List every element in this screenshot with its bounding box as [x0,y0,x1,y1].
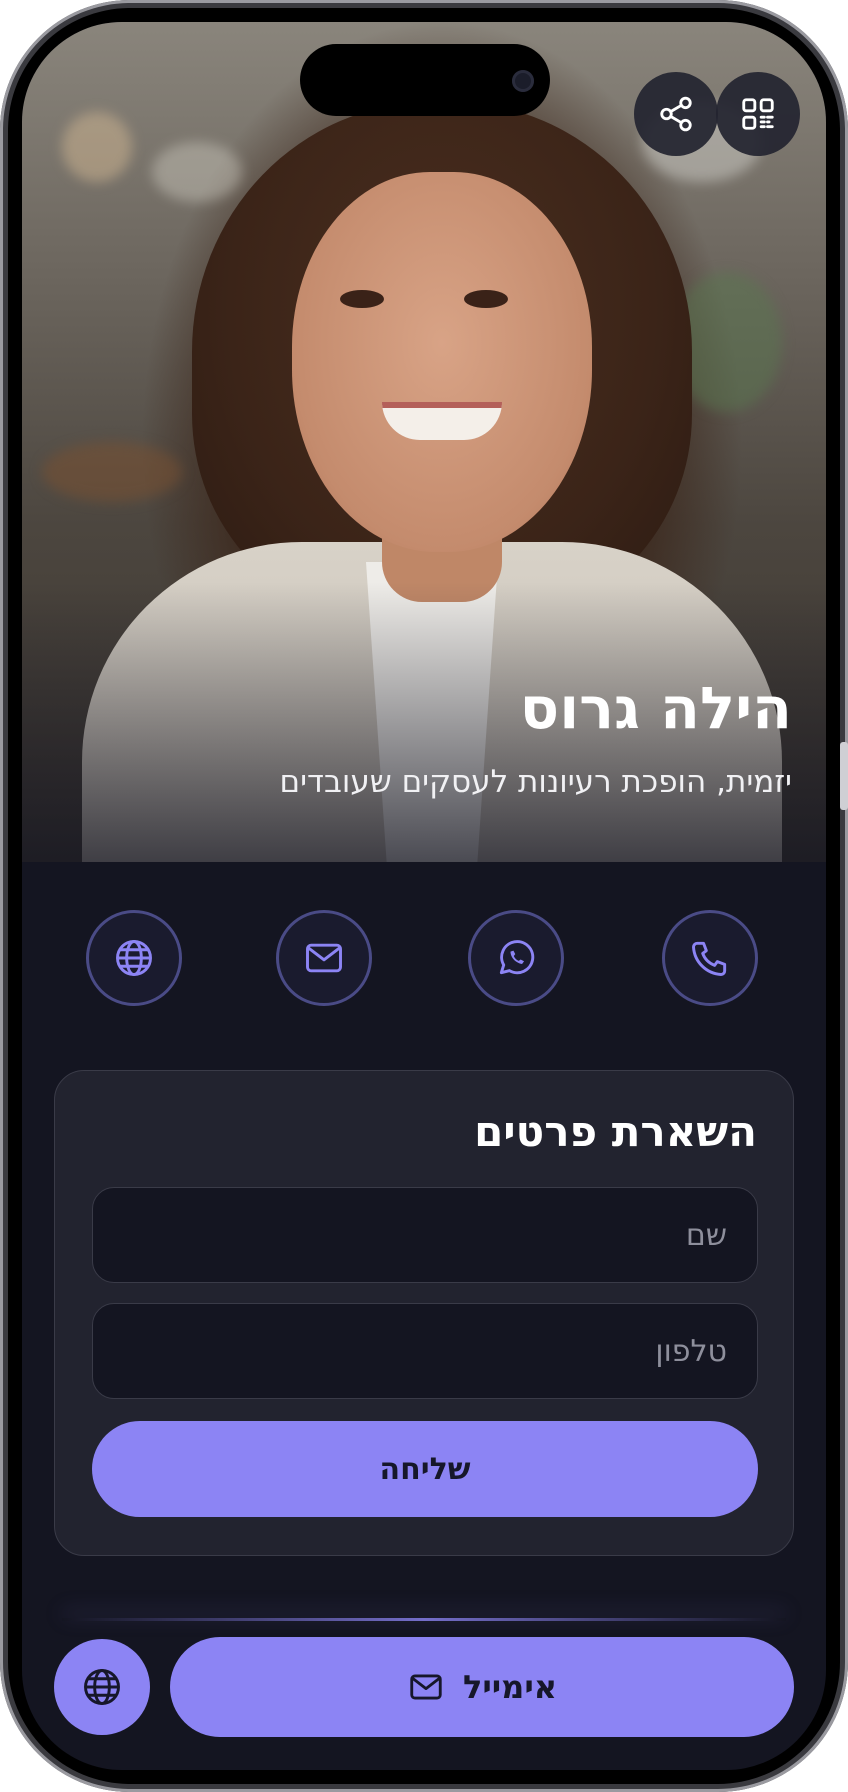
whatsapp-icon [499,940,535,975]
profile-name: הילה גרוס [519,674,792,742]
mail-icon [306,943,342,973]
email-cta-label: אימייל [462,1668,558,1706]
submit-button[interactable]: שליחה [92,1421,758,1517]
share-icon [660,96,692,132]
screen: הילה גרוס יזמית, הופכת רעיונות לעסקים שע… [22,22,826,1770]
qr-code-icon [742,98,774,130]
mail-icon [410,1674,442,1700]
front-camera [512,70,534,92]
profile-photo: הילה גרוס יזמית, הופכת רעיונות לעסקים שע… [22,22,826,862]
phone-button[interactable] [662,910,758,1006]
globe-icon [84,1669,120,1705]
phone-frame: הילה גרוס יזמית, הופכת רעיונות לעסקים שע… [0,0,848,1792]
email-contact-button[interactable] [276,910,372,1006]
globe-icon [116,940,152,976]
whatsapp-button[interactable] [468,910,564,1006]
bottom-divider [62,1618,786,1621]
website-button[interactable] [86,910,182,1006]
side-button [840,742,848,810]
name-input[interactable] [92,1187,758,1283]
lead-form-card: השארת פרטים שליחה [54,1070,794,1556]
share-button[interactable] [634,72,718,156]
bottom-website-button[interactable] [54,1639,150,1735]
profile-subtitle: יזמית, הופכת רעיונות לעסקים שעובדים [279,764,792,800]
dynamic-island [300,44,550,116]
phone-input[interactable] [92,1303,758,1399]
form-title: השארת פרטים [474,1107,757,1156]
email-cta-button[interactable]: אימייל [170,1637,794,1737]
qr-code-button[interactable] [716,72,800,156]
phone-icon [692,941,727,976]
